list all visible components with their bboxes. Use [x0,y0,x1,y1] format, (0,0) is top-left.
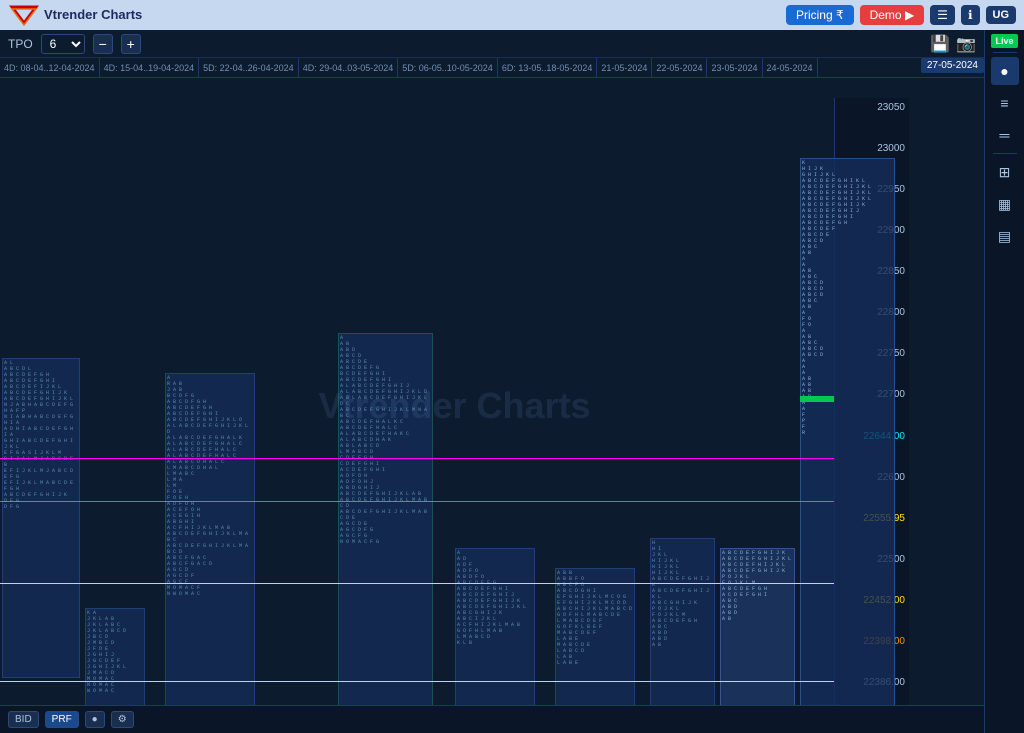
price-23050: 23050 [839,102,905,113]
top-navigation: Vtrender Charts Pricing ₹ Demo ▶ ☰ ℹ UG [0,0,1024,30]
date-label-0: 4D: 08-04..12-04-2024 [0,58,100,77]
grid2-icon[interactable]: ▦ [991,190,1019,218]
live-badge: Live [991,34,1017,48]
bottom-toolbar: BID PRF ● ⚙ [0,705,984,733]
green-bar [800,396,834,402]
tpo-profile-1: A LA B C D LA B C D E F G HA B C D E F G… [2,358,80,678]
nav-right-buttons: Pricing ₹ Demo ▶ ☰ ℹ UG [786,5,1016,25]
user-button[interactable]: UG [986,6,1017,24]
tpo-profile-9: KH I J KG H I J K LA B C D E F G H I K L… [800,158,895,733]
date-ruler: 4D: 08-04..12-04-2024 4D: 15-04..19-04-2… [0,58,984,78]
prf-button[interactable]: PRF [45,711,79,728]
demo-label: Demo ▶ [870,8,915,22]
save-button[interactable]: 💾 [930,34,950,54]
target-button[interactable]: ● [85,711,105,728]
chart-type-label: TPO [8,37,33,51]
screenshot-button[interactable]: 📷 [956,34,976,54]
horizontal-lines-icon[interactable]: ═ [991,121,1019,149]
tpo-profile-4: AA BA B DA B C DA B C D EA B C D E F GB … [338,333,433,733]
sidebar-divider-1 [993,52,1017,53]
lines-tool-icon[interactable]: ≡ [991,89,1019,117]
vtrender-logo-icon [8,3,40,27]
chart-canvas[interactable]: Vtrender Charts 23050 23000 22950 22900 … [0,78,909,733]
toolbar-right-area: 💾 📷 [930,34,976,54]
grid1-icon[interactable]: ▤ [991,222,1019,250]
tpo-profile-7: HH IJ K LH I J K LH I J K LH I J K LA B … [650,538,715,733]
logo-text: Vtrender Charts [44,8,142,22]
demo-button[interactable]: Demo ▶ [860,5,925,25]
period-plus-button[interactable]: + [121,34,141,54]
info-button[interactable]: ℹ [961,5,980,25]
pricing-button[interactable]: Pricing ₹ [786,5,854,25]
price-23000: 23000 [839,143,905,154]
current-date-highlight: 27-05-2024 [921,58,984,73]
bid-button[interactable]: BID [8,711,39,728]
chart-area: 4D: 08-04..12-04-2024 4D: 15-04..19-04-2… [0,58,984,733]
date-label-3: 4D: 29-04..03-05-2024 [299,58,399,77]
tpo-profile-3: AR A BJ A BB C D F GA B C D F G HA B C D… [165,373,255,733]
logo-area: Vtrender Charts [8,3,142,27]
sidebar-divider-2 [993,153,1017,154]
date-label-6: 21-05-2024 [597,58,652,77]
menu-button[interactable]: ☰ [930,5,955,25]
cursor-tool-icon[interactable]: ● [991,57,1019,85]
settings-bottom-button[interactable]: ⚙ [111,711,134,728]
right-sidebar: Live ● ≡ ═ ⊞ ▦ ▤ [984,30,1024,733]
date-label-4: 5D: 06-05..10-05-2024 [398,58,498,77]
period-minus-button[interactable]: − [93,34,113,54]
pricing-label: Pricing ₹ [796,8,844,22]
date-label-5: 6D: 13-05..18-05-2024 [498,58,598,77]
date-label-7: 22-05-2024 [652,58,707,77]
period-select[interactable]: 6 3 12 30 [41,34,85,54]
date-label-9: 24-05-2024 [763,58,818,77]
chart-toolbar: TPO 6 3 12 30 − + 💾 📷 [0,30,984,58]
date-label-2: 5D: 22-04..26-04-2024 [199,58,299,77]
date-label-1: 4D: 15-04..19-04-2024 [100,58,200,77]
date-label-8: 23-05-2024 [707,58,762,77]
grid4-icon[interactable]: ⊞ [991,158,1019,186]
